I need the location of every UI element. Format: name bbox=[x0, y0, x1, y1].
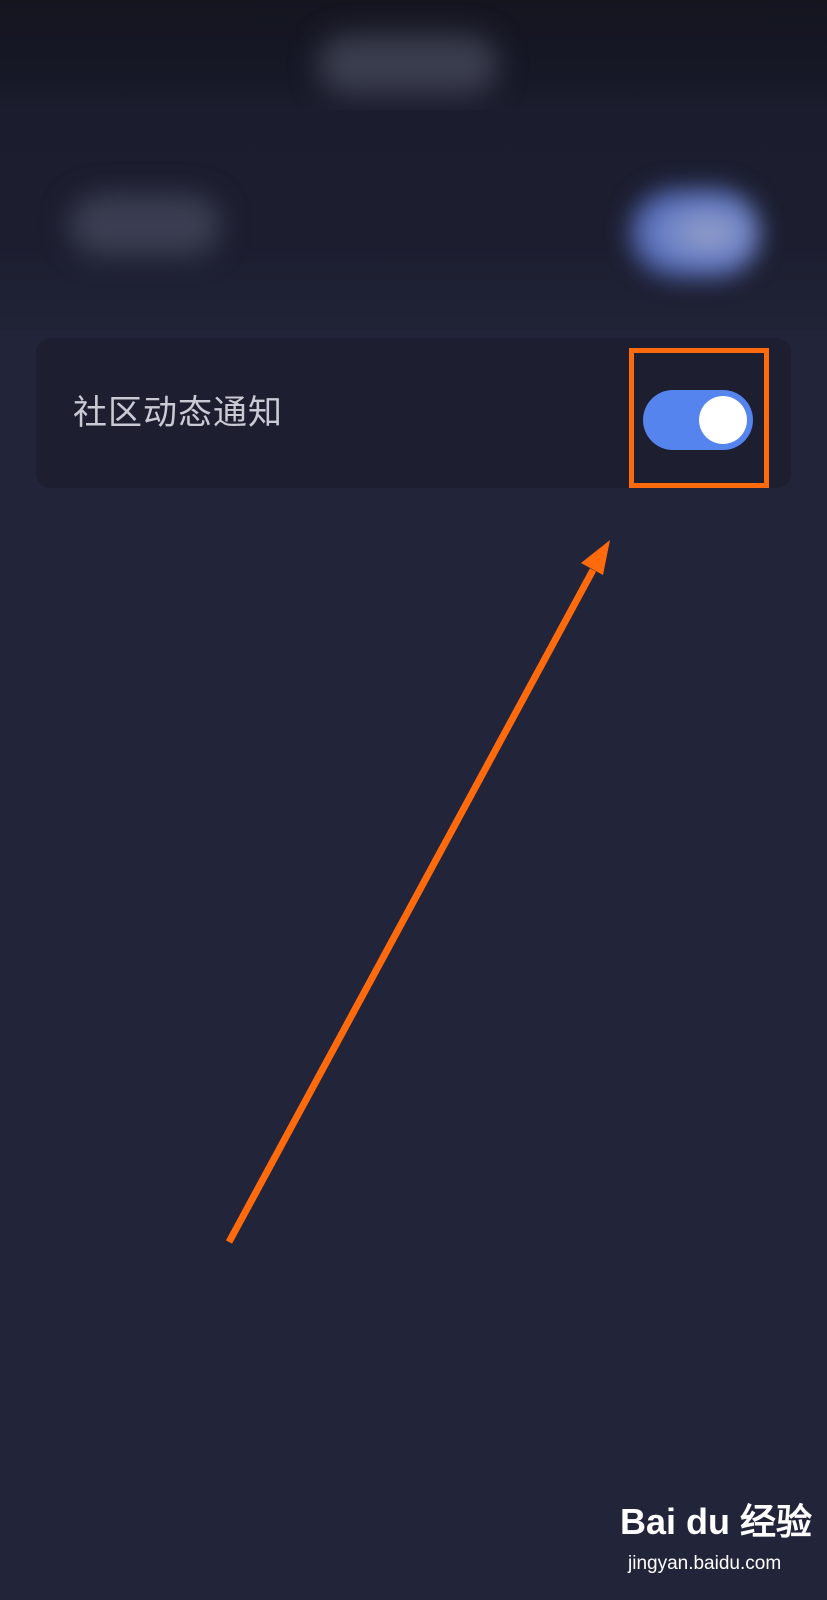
blurred-left-item bbox=[70, 195, 220, 255]
blurred-title bbox=[318, 35, 498, 95]
community-notification-label: 社区动态通知 bbox=[73, 393, 283, 433]
baidu-logo-text: Bai du 经验 bbox=[620, 1501, 813, 1542]
blurred-avatar bbox=[630, 188, 760, 278]
watermark-url: jingyan.baidu.com bbox=[628, 1553, 782, 1574]
baidu-jingyan-watermark: Bai du 经验 jingyan.baidu.com bbox=[620, 1500, 813, 1590]
annotation-highlight-box bbox=[629, 348, 769, 488]
